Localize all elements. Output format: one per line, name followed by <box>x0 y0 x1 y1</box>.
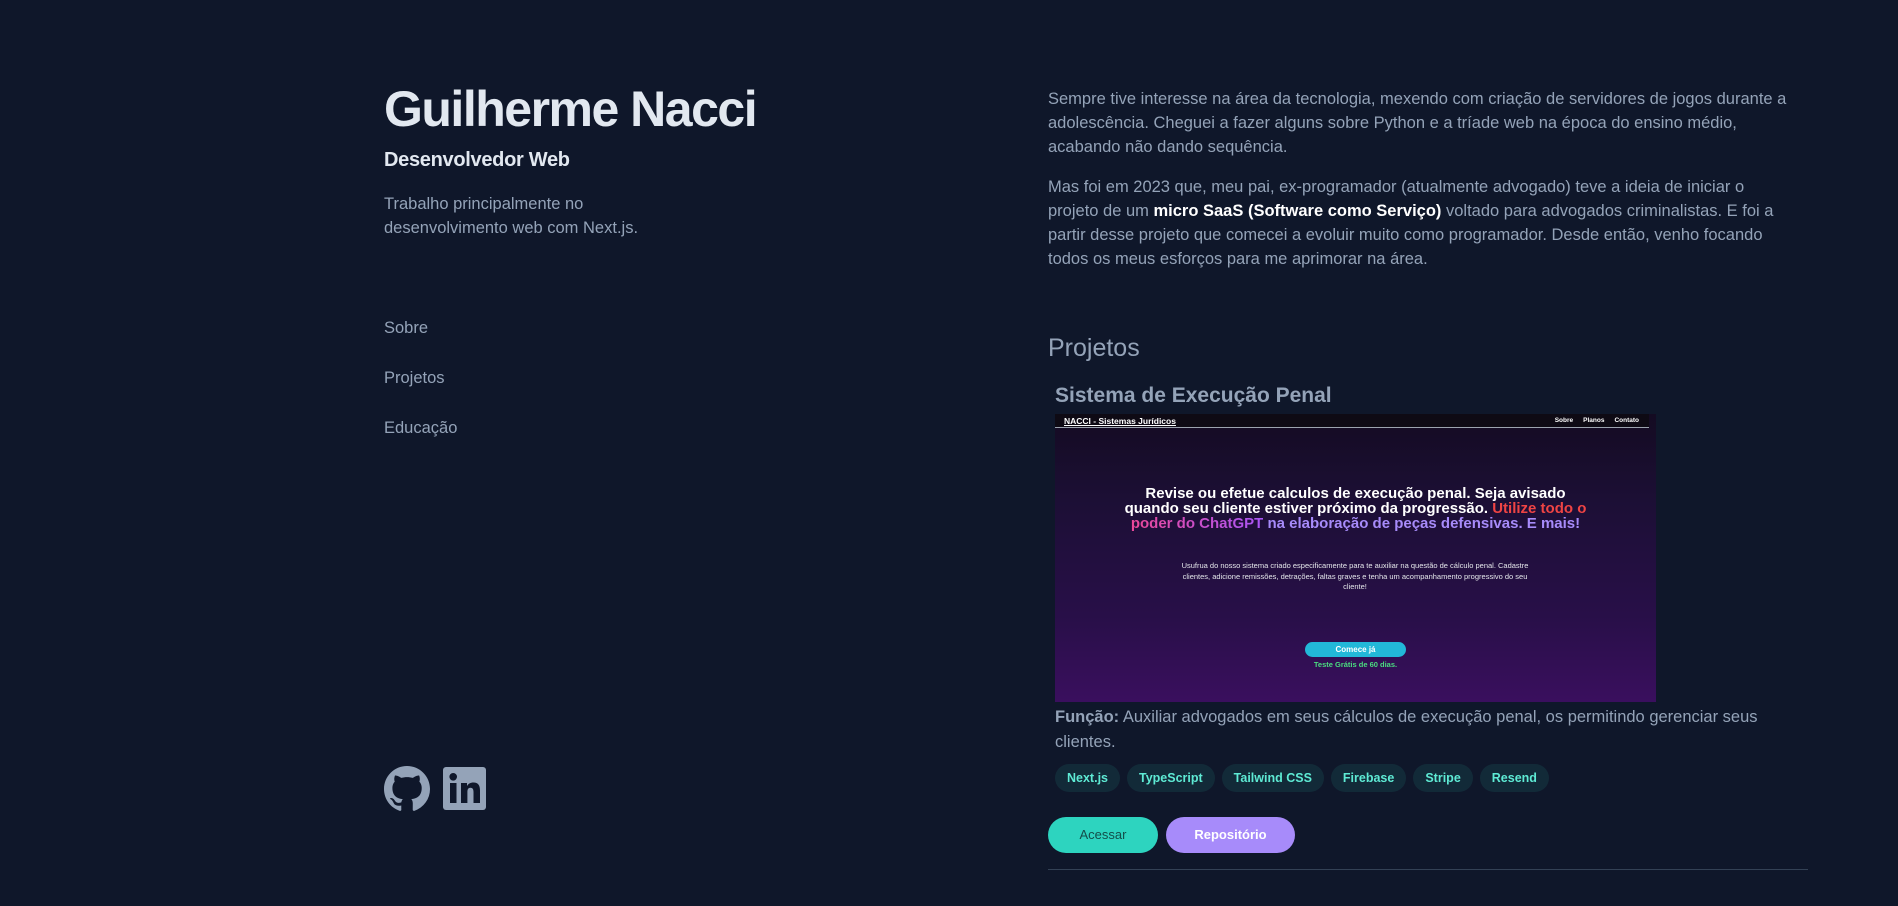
screenshot-link: Sobre <box>1554 417 1574 424</box>
screenshot-link: Planos <box>1583 417 1605 424</box>
tech-tag: Stripe <box>1413 764 1473 792</box>
screenshot-subtitle: Usufrua do nosso sistema criado especifi… <box>1181 561 1529 591</box>
linkedin-icon[interactable] <box>442 766 488 812</box>
tech-tag: Next.js <box>1055 764 1120 792</box>
project-screenshot: NACCI - Sistemas Jurídicos Sobre Planos … <box>1055 414 1656 702</box>
tech-tag: Tailwind CSS <box>1221 764 1324 792</box>
function-label: Função: <box>1055 708 1120 726</box>
divider <box>1048 869 1808 870</box>
projects-title: Projetos <box>1048 334 1140 362</box>
github-icon[interactable] <box>384 766 430 812</box>
headline-line-3-pink: poder do ChatGPT <box>1130 515 1264 532</box>
project-title: Sistema de Execução Penal <box>1055 384 1332 407</box>
nav-item-educacao[interactable]: Educação <box>384 416 457 466</box>
social-links <box>384 766 488 812</box>
about-paragraph-1: Sempre tive interesse na área da tecnolo… <box>1048 90 1787 156</box>
about-paragraph-2: Mas foi em 2023 que, meu pai, ex-program… <box>1048 175 1798 271</box>
screenshot-cta-button: Comece já <box>1305 642 1406 657</box>
about-p2-highlight: micro SaaS (Software como Serviço) <box>1153 202 1442 220</box>
headline-line-3-purple: na elaboração de peças defensivas. E mai… <box>1263 515 1581 532</box>
profile-name: Guilherme Nacci <box>384 81 758 137</box>
access-button[interactable]: Acessar <box>1048 817 1158 853</box>
right-column: Sempre tive interesse na área da tecnolo… <box>1048 0 1808 906</box>
nav-item-projetos[interactable]: Projetos <box>384 366 457 416</box>
nav-item-sobre[interactable]: Sobre <box>384 316 457 366</box>
tech-tags: Next.js TypeScript Tailwind CSS Firebase… <box>1055 764 1807 792</box>
screenshot-headline: Revise ou efetue calculos de execução pe… <box>1055 486 1656 531</box>
screenshot-links: Sobre Planos Contato <box>1555 417 1639 424</box>
screenshot-brand: NACCI - Sistemas Jurídicos <box>1064 416 1176 426</box>
tech-tag: Firebase <box>1330 764 1407 792</box>
project-card: Sistema de Execução Penal NACCI - Sistem… <box>1055 380 1807 792</box>
function-text: Auxiliar advogados em seus cálculos de e… <box>1055 708 1758 751</box>
left-column: Guilherme Nacci Desenvolvedor Web Trabal… <box>384 0 904 906</box>
tech-tag: TypeScript <box>1127 764 1215 792</box>
repository-button[interactable]: Repositório <box>1166 817 1295 853</box>
screenshot-trial: Teste Grátis de 60 dias. <box>1313 660 1398 669</box>
screenshot-navbar: NACCI - Sistemas Jurídicos Sobre Planos … <box>1055 414 1649 428</box>
profile-bio: Trabalho principalmente no desenvolvimen… <box>384 195 639 237</box>
project-function: Função: Auxiliar advogados em seus cálcu… <box>1055 705 1800 755</box>
screenshot-link: Contato <box>1614 417 1639 424</box>
tech-tag: Resend <box>1479 764 1549 792</box>
profile-role: Desenvolvedor Web <box>384 149 570 171</box>
section-nav: Sobre Projetos Educação <box>384 316 457 466</box>
